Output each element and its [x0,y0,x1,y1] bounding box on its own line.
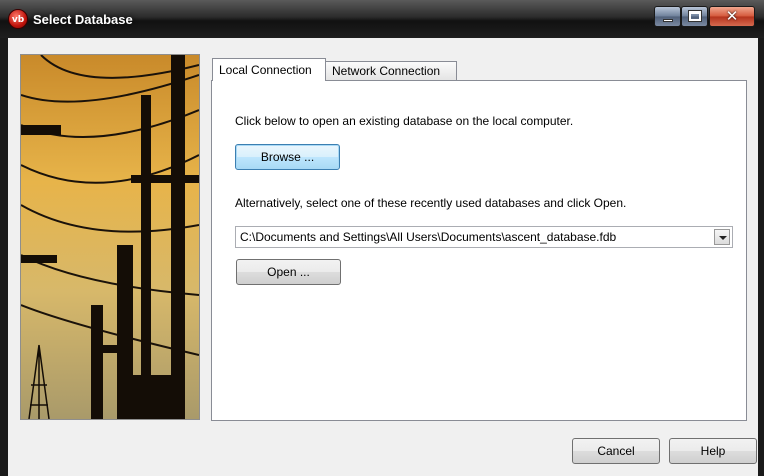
minimize-button[interactable] [654,6,681,27]
help-button[interactable]: Help [669,438,757,464]
recent-database-selected: C:\Documents and Settings\All Users\Docu… [240,230,617,244]
title-bar[interactable]: vb Select Database ✕ [0,0,764,38]
open-button[interactable]: Open ... [236,259,341,285]
local-connection-panel: Click below to open an existing database… [211,80,747,421]
window-title: Select Database [33,12,133,27]
tab-network-connection[interactable]: Network Connection [325,61,457,81]
cancel-button[interactable]: Cancel [572,438,660,464]
dialog-body: Local Connection Network Connection Clic… [8,38,758,476]
maximize-icon [688,10,702,22]
close-button[interactable]: ✕ [709,6,755,27]
tab-local-connection[interactable]: Local Connection [212,58,326,81]
local-intro-text: Click below to open an existing database… [235,114,574,128]
browse-button[interactable]: Browse ... [235,144,340,170]
chevron-down-icon[interactable] [714,229,730,245]
recent-databases-dropdown[interactable]: C:\Documents and Settings\All Users\Docu… [235,226,733,248]
recent-databases-text: Alternatively, select one of these recen… [235,196,627,210]
select-database-window: vb Select Database ✕ Local Connection Ne… [0,0,764,476]
app-icon[interactable]: vb [8,9,28,29]
minimize-icon [663,19,673,22]
maximize-button[interactable] [681,6,708,27]
close-icon: ✕ [725,7,739,25]
power-lines-image [20,54,200,420]
